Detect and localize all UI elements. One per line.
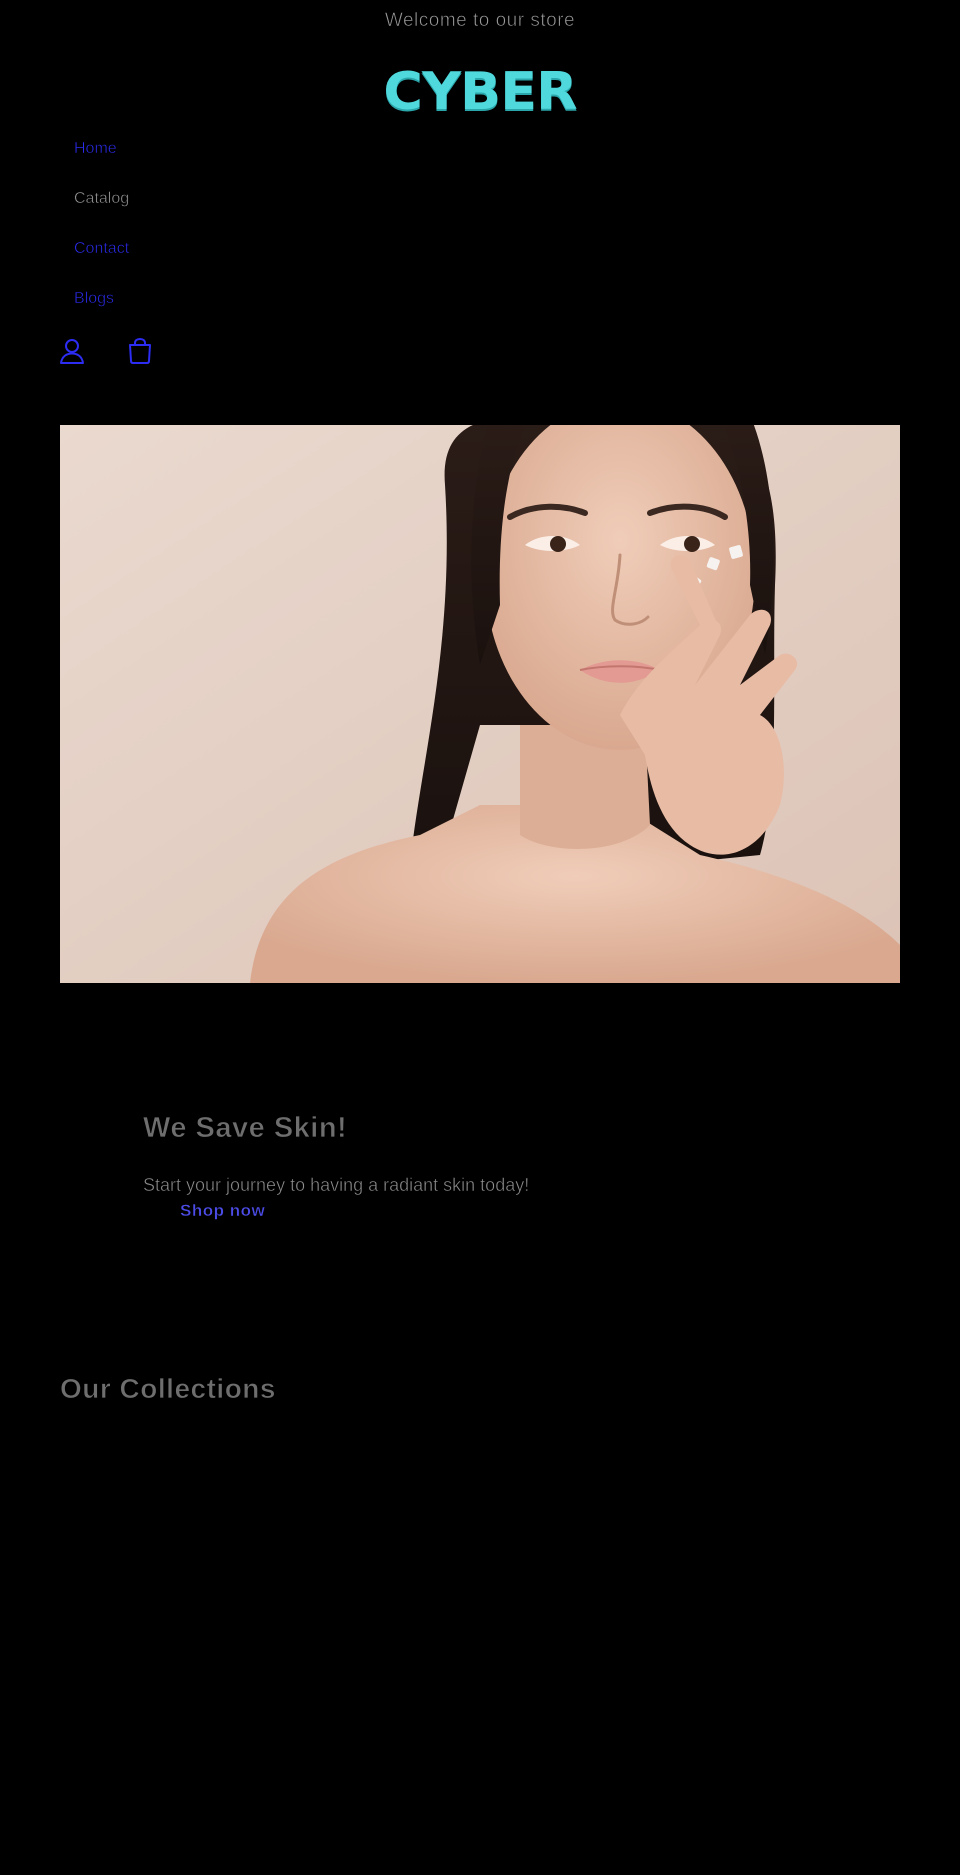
page: Welcome to our store CYBER Home Catalog … <box>0 0 960 1875</box>
collections-heading: Our Collections <box>60 1373 276 1405</box>
cart-icon[interactable] <box>126 337 154 365</box>
shop-now-button[interactable]: Shop now <box>180 1201 265 1221</box>
account-icon[interactable] <box>58 337 86 365</box>
logo-text[interactable]: CYBER <box>383 63 577 121</box>
store-logo[interactable]: CYBER <box>0 62 960 122</box>
hero-image <box>60 425 900 983</box>
main-nav: Home Catalog Contact Blogs <box>74 140 130 340</box>
banner-text: Start your journey to having a radiant s… <box>143 1175 530 1196</box>
nav-item-contact[interactable]: Contact <box>74 240 130 290</box>
nav-item-home[interactable]: Home <box>74 140 129 190</box>
banner-heading: We Save Skin! <box>143 1112 348 1145</box>
announcement-bar: Welcome to our store <box>384 10 576 32</box>
nav-item-blogs[interactable]: Blogs <box>74 290 129 340</box>
nav-item-catalog[interactable]: Catalog <box>74 190 130 240</box>
